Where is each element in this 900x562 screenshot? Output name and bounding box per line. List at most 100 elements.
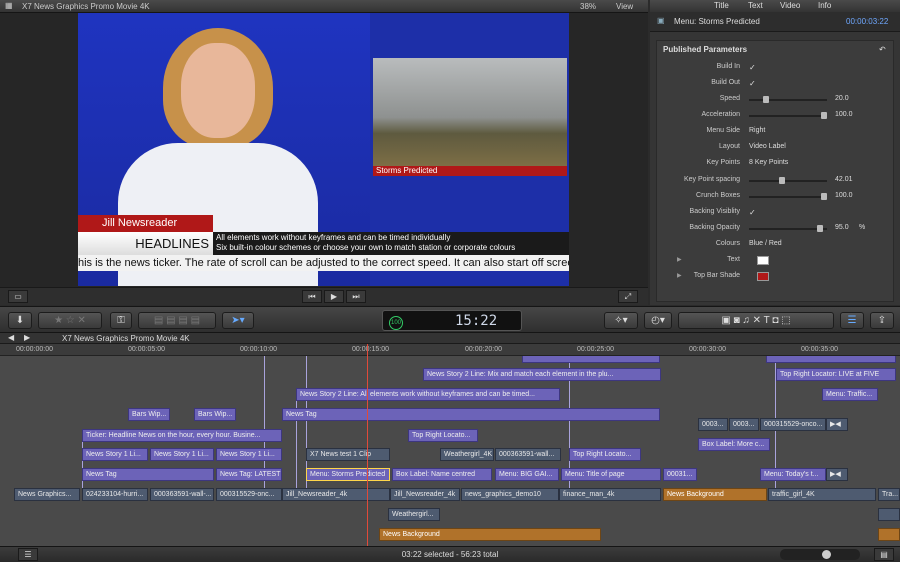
build-out-checkbox[interactable]: ✓ bbox=[749, 79, 756, 88]
audio-clip[interactable] bbox=[878, 528, 900, 541]
video-clip[interactable]: finance_man_4k bbox=[559, 488, 661, 501]
reset-icon[interactable]: ↶ bbox=[879, 45, 886, 54]
title-clip[interactable]: News Story 2 Line: Mix and match each el… bbox=[423, 368, 661, 381]
tab-title[interactable]: Title bbox=[714, 1, 729, 10]
key-points-popup[interactable]: 8 Key Points bbox=[749, 159, 788, 166]
video-clip[interactable]: 000315529-onco... bbox=[760, 418, 826, 431]
video-clip[interactable]: traffic_girl_4K bbox=[768, 488, 876, 501]
title-clip[interactable]: News Story 1 Li... bbox=[150, 448, 214, 461]
title-clip[interactable]: 00031... bbox=[663, 468, 697, 481]
zoom-slider[interactable] bbox=[780, 549, 860, 560]
top-bar-color-swatch[interactable] bbox=[757, 272, 769, 281]
title-clip[interactable]: Top Right Locator: LIVE at FIVE bbox=[776, 368, 896, 381]
viewer-options-icon[interactable]: ▭ bbox=[8, 290, 28, 303]
zoom-slider-knob[interactable] bbox=[822, 550, 831, 559]
playhead[interactable] bbox=[367, 344, 368, 546]
enhance-icon[interactable]: ✧▾ bbox=[604, 312, 638, 329]
browser-icons[interactable]: ▣ ◙ ♫ ✕ T ◘ ⬚ bbox=[678, 312, 834, 329]
backing-visibility-checkbox[interactable]: ✓ bbox=[749, 208, 756, 217]
video-clip[interactable]: news_graphics_demo10 bbox=[461, 488, 559, 501]
keyword-icon[interactable]: ⚿ bbox=[110, 312, 132, 329]
back-arrow-icon[interactable]: ◀ bbox=[8, 333, 14, 342]
title-clip[interactable]: Bars Wip... bbox=[194, 408, 236, 421]
inspector-toggle-icon[interactable]: ☰ bbox=[840, 312, 864, 329]
title-clip[interactable]: News Story 1 Li... bbox=[82, 448, 148, 461]
acceleration-value[interactable]: 100.0 bbox=[835, 111, 853, 118]
video-clip[interactable]: News Graphics... bbox=[14, 488, 80, 501]
layout-popup[interactable]: Video Label bbox=[749, 143, 786, 150]
import-icon[interactable]: ⬇ bbox=[8, 312, 32, 329]
backing-opacity-value[interactable]: 95.0 bbox=[835, 224, 849, 231]
timeline-ruler[interactable]: 00:00:00:00 00:00:05:00 00:00:10:00 00:0… bbox=[0, 344, 900, 356]
video-clip[interactable]: 000363591-wall-... bbox=[150, 488, 214, 501]
zoom-menu[interactable]: 38% bbox=[580, 2, 596, 11]
text-color-swatch[interactable] bbox=[757, 256, 769, 265]
title-clip[interactable]: Bars Wip... bbox=[128, 408, 170, 421]
slider-knob[interactable] bbox=[779, 177, 786, 184]
title-clip[interactable]: News Tag bbox=[282, 408, 660, 421]
share-icon[interactable]: ⇪ bbox=[870, 312, 894, 329]
title-clip[interactable]: Top Right Locato... bbox=[569, 448, 641, 461]
video-clip[interactable]: 000315529-onc... bbox=[216, 488, 282, 501]
title-clip[interactable]: Menu: Title of page bbox=[561, 468, 661, 481]
audio-clip[interactable]: News Background bbox=[379, 528, 601, 541]
video-clip[interactable]: Weathergirl_4K bbox=[440, 448, 494, 461]
title-clip[interactable]: Menu: Traffic... bbox=[822, 388, 878, 401]
video-clip[interactable]: Jill_Newsreader_4k bbox=[390, 488, 460, 501]
title-clip[interactable]: News Tag bbox=[82, 468, 214, 481]
video-clip[interactable]: 000363591-wall... bbox=[495, 448, 561, 461]
speed-slider[interactable] bbox=[749, 96, 827, 103]
crunch-boxes-slider[interactable] bbox=[749, 193, 827, 200]
title-clip[interactable] bbox=[766, 356, 896, 363]
video-clip[interactable]: 0003... bbox=[729, 418, 759, 431]
view-menu[interactable]: View bbox=[616, 2, 633, 11]
title-clip[interactable]: News Story 2 Line: All elements work wit… bbox=[296, 388, 560, 401]
acceleration-slider[interactable] bbox=[749, 112, 827, 119]
crunch-boxes-value[interactable]: 100.0 bbox=[835, 192, 853, 199]
title-clip[interactable]: Top Right Locato... bbox=[408, 429, 478, 442]
transition-icon[interactable]: ▶◀ bbox=[826, 468, 848, 481]
fullscreen-icon[interactable]: ⤢ bbox=[618, 290, 638, 303]
title-clip[interactable]: Box Label: Name centred bbox=[392, 468, 492, 481]
video-clip[interactable]: 024233104-hurri... bbox=[82, 488, 148, 501]
select-tool-icon[interactable]: ➤▾ bbox=[222, 312, 254, 329]
title-clip[interactable]: Menu: Today's t... bbox=[760, 468, 826, 481]
video-clip[interactable] bbox=[878, 508, 900, 521]
speed-value[interactable]: 20.0 bbox=[835, 95, 849, 102]
next-frame-icon[interactable]: ⏭ bbox=[346, 290, 366, 303]
timecode-display[interactable]: 100 15:22 bbox=[382, 310, 522, 331]
edit-mode-icon[interactable]: ▤ ▤ ▤ ▤ bbox=[138, 312, 216, 329]
video-clip[interactable]: Weathergirl... bbox=[388, 508, 440, 521]
rating-icon[interactable]: ★ ☆ ✕ bbox=[38, 312, 102, 329]
slider-knob[interactable] bbox=[817, 225, 824, 232]
slider-knob[interactable] bbox=[821, 112, 827, 119]
video-clip[interactable]: News Background bbox=[663, 488, 767, 501]
title-clip[interactable]: News Story 1 Li... bbox=[216, 448, 282, 461]
tab-video[interactable]: Video bbox=[780, 1, 800, 10]
clip-appearance-icon[interactable]: ▤ bbox=[874, 548, 894, 561]
selected-title-clip[interactable]: Menu: Storms Predicted bbox=[306, 468, 390, 481]
retime-icon[interactable]: ◴▾ bbox=[644, 312, 672, 329]
key-point-spacing-slider[interactable] bbox=[749, 177, 827, 184]
forward-arrow-icon[interactable]: ▶ bbox=[24, 333, 30, 342]
title-clip[interactable]: Ticker: Headline News on the hour, every… bbox=[82, 429, 282, 442]
video-clip[interactable]: Jill_Newsreader_4k bbox=[282, 488, 390, 501]
video-clip[interactable]: X7 News test 1 Clip bbox=[306, 448, 390, 461]
slider-knob[interactable] bbox=[821, 193, 827, 200]
title-clip[interactable]: Box Label: More c... bbox=[698, 438, 770, 451]
colours-popup[interactable]: Blue / Red bbox=[749, 240, 782, 247]
tab-text[interactable]: Text bbox=[748, 1, 763, 10]
title-clip[interactable]: Menu: BIG GAI... bbox=[495, 468, 559, 481]
title-clip[interactable] bbox=[522, 356, 660, 363]
video-clip[interactable]: 0003... bbox=[698, 418, 728, 431]
transition-icon[interactable]: ▶◀ bbox=[826, 418, 848, 431]
play-icon[interactable]: ▶ bbox=[324, 290, 344, 303]
tab-info[interactable]: Info bbox=[818, 1, 831, 10]
menu-side-popup[interactable]: Right bbox=[749, 127, 765, 134]
slider-knob[interactable] bbox=[763, 96, 770, 103]
build-in-checkbox[interactable]: ✓ bbox=[749, 63, 756, 72]
video-clip[interactable]: Tra... bbox=[878, 488, 900, 501]
key-point-spacing-value[interactable]: 42.01 bbox=[835, 176, 853, 183]
title-clip[interactable]: News Tag: LATEST bbox=[216, 468, 282, 481]
prev-frame-icon[interactable]: ⏮ bbox=[302, 290, 322, 303]
